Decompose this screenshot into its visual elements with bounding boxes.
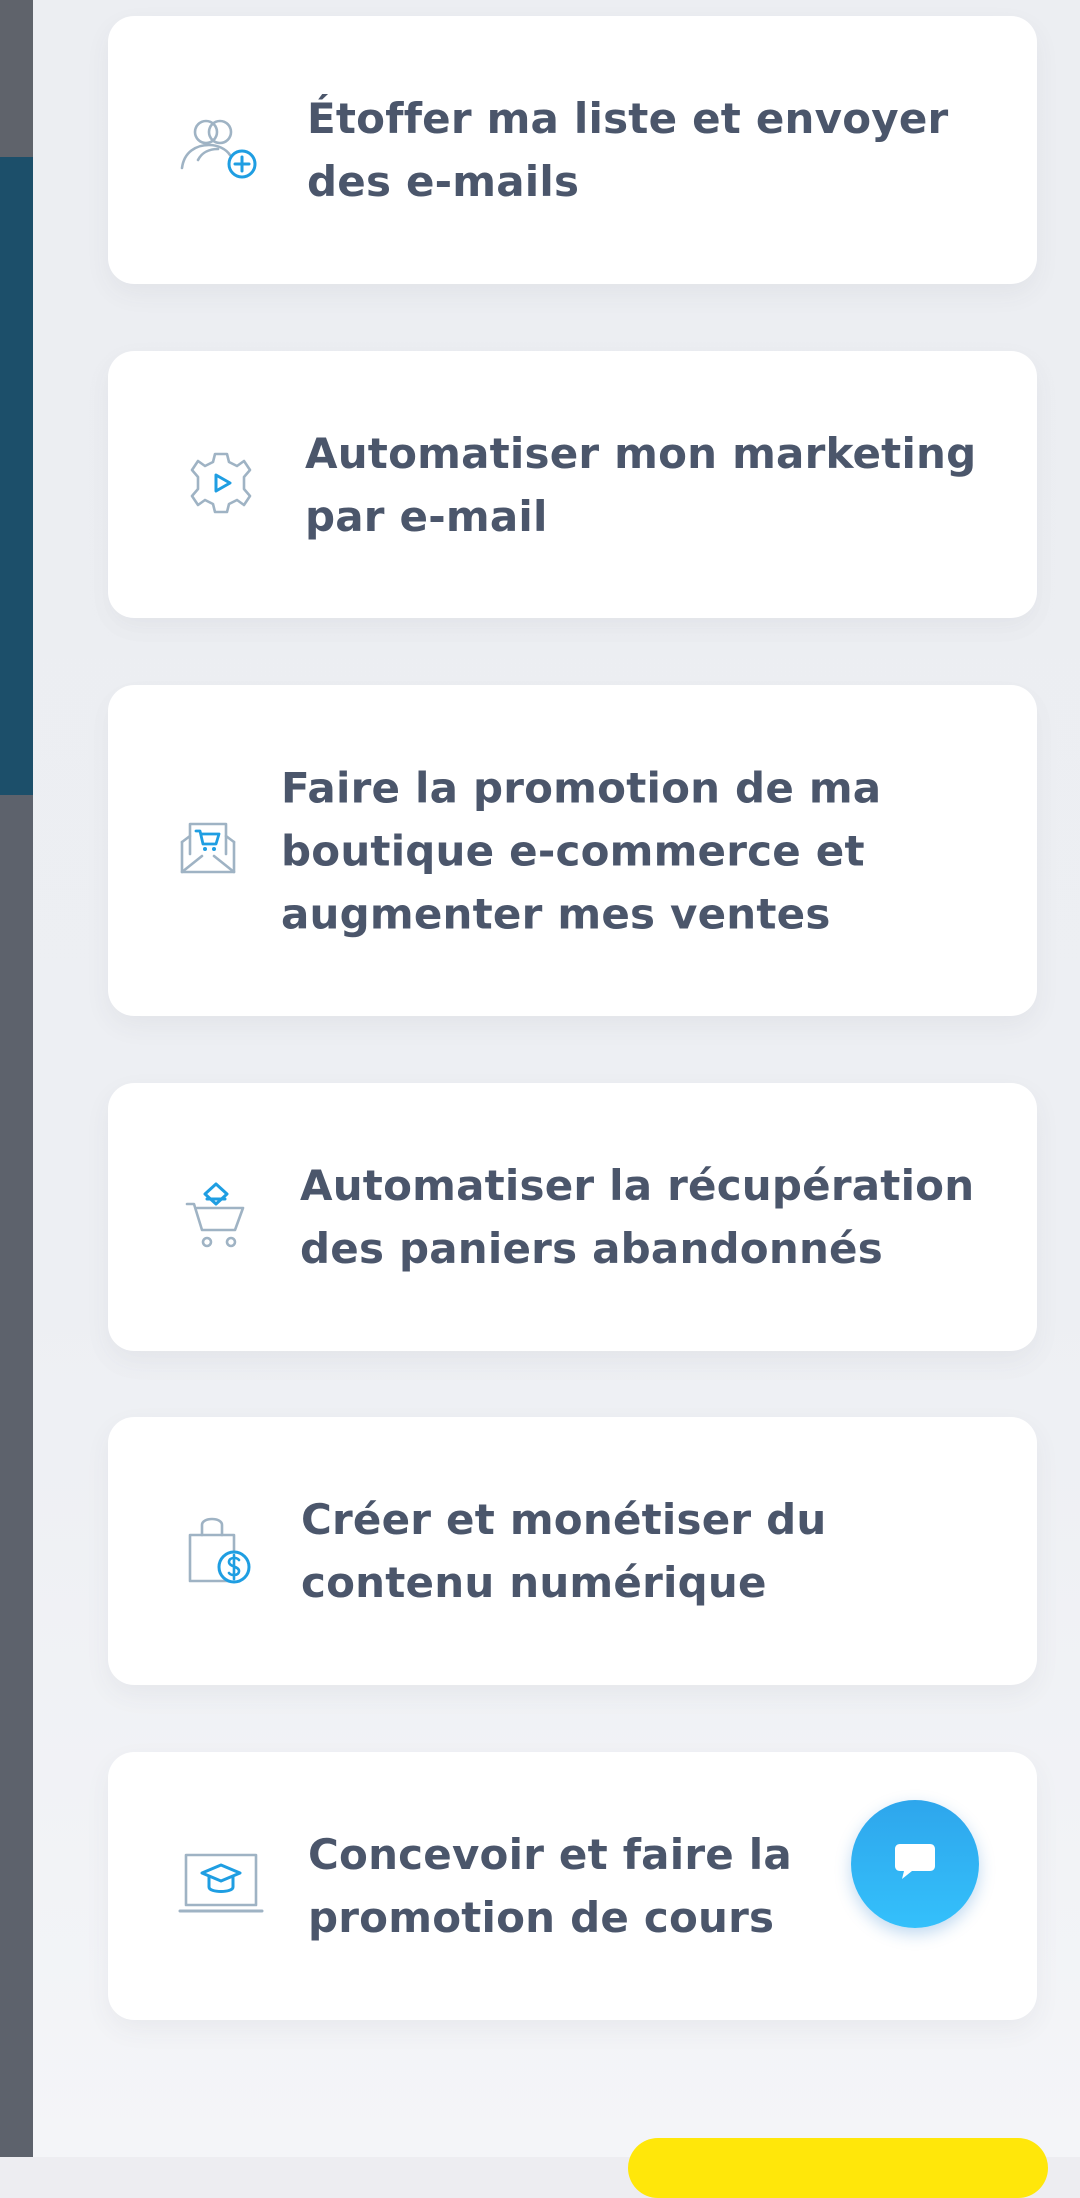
cart-recovery-icon <box>183 1180 249 1254</box>
goal-label: Créer et monétiser du contenu numérique <box>301 1495 827 1607</box>
goal-card-digital-content[interactable]: Créer et monétiser du contenu numérique <box>108 1417 1037 1685</box>
goal-label: Automatiser la récupération des paniers … <box>300 1161 975 1273</box>
envelope-cart-icon <box>178 820 238 882</box>
chat-button[interactable] <box>851 1800 979 1928</box>
chat-bubble-icon <box>894 1842 936 1886</box>
user-add-icon <box>176 112 262 188</box>
goal-label: Automatiser mon marketing par e-mail <box>305 428 977 541</box>
gear-play-icon <box>186 448 256 522</box>
primary-cta-button[interactable] <box>628 2138 1048 2198</box>
backdrop-top <box>0 0 33 157</box>
backdrop-accent-strip <box>0 157 33 795</box>
goal-label: Faire la promotion de ma boutique e-comm… <box>281 763 882 938</box>
goal-card-ecommerce-promotion[interactable]: Faire la promotion de ma boutique e-comm… <box>108 685 1037 1016</box>
goal-card-automate-marketing[interactable]: Automatiser mon marketing par e-mail <box>108 351 1037 618</box>
goal-label: Concevoir et faire la promotion de cours <box>308 1830 792 1942</box>
goal-label: Étoffer ma liste et envoyer des e-mails <box>307 94 949 206</box>
goal-card-cart-recovery[interactable]: Automatiser la récupération des paniers … <box>108 1083 1037 1351</box>
laptop-graduation-icon <box>178 1851 264 1921</box>
goal-card-grow-list[interactable]: Étoffer ma liste et envoyer des e-mails <box>108 16 1037 284</box>
shopping-bag-dollar-icon <box>186 1511 256 1591</box>
